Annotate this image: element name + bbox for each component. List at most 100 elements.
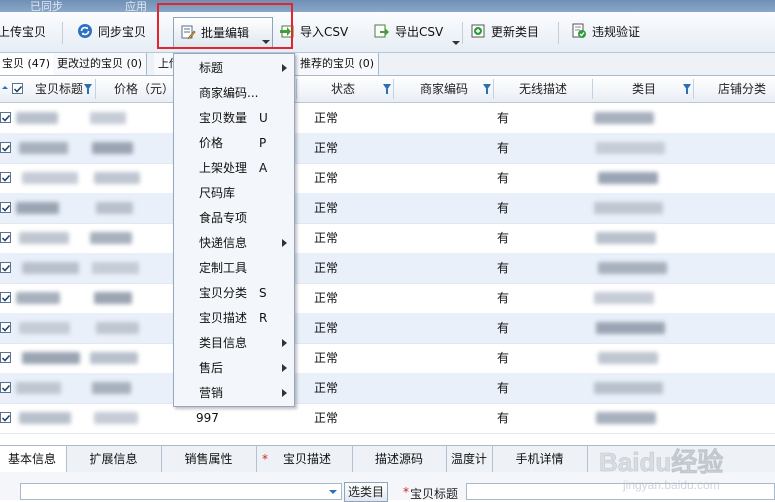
table-row[interactable]: 正常 有: [0, 193, 775, 224]
menu-item[interactable]: 商家编码...: [174, 81, 294, 106]
filter-icon[interactable]: [84, 84, 92, 94]
tab-sales-attributes[interactable]: 销售属性: [161, 446, 257, 472]
col-header-status[interactable]: 状态: [331, 76, 355, 102]
tab-recommended-items[interactable]: 推荐的宝贝 (0): [296, 53, 380, 75]
row-checkbox[interactable]: [0, 352, 11, 363]
obscured-price: [92, 382, 131, 394]
table-row[interactable]: 正常 有: [0, 343, 775, 374]
table-row[interactable]: 正常 有: [0, 163, 775, 194]
sync-button[interactable]: 同步宝贝: [77, 21, 146, 43]
menu-item-label: 快递信息: [199, 236, 248, 250]
wireless-desc-cell: 有: [497, 171, 510, 185]
tab-thermometer[interactable]: 温度计: [446, 446, 493, 472]
menu-item[interactable]: 营销: [174, 381, 294, 406]
row-checkbox[interactable]: [0, 412, 11, 423]
col-header-shop-category[interactable]: 店铺分类: [718, 76, 766, 102]
table-row[interactable]: 正常 有: [0, 253, 775, 284]
row-checkbox[interactable]: [0, 382, 11, 393]
menu-item[interactable]: 宝贝分类 S: [174, 281, 294, 306]
obscured-title: [22, 262, 79, 274]
menu-item[interactable]: 食品专项: [174, 206, 294, 231]
submenu-arrow-icon: [282, 239, 287, 247]
col-header-category[interactable]: 类目: [632, 76, 656, 102]
violation-check-button[interactable]: 违规验证: [571, 21, 640, 43]
violation-check-label: 违规验证: [592, 25, 641, 39]
tab-item-description-label: 宝贝描述: [283, 452, 332, 466]
menu-item[interactable]: 价格 P: [174, 131, 294, 156]
submenu-arrow-icon: [282, 64, 287, 72]
obscured-title: [22, 352, 80, 364]
filter-icon[interactable]: [483, 84, 491, 94]
menu-item-shortcut: U: [259, 111, 268, 125]
watermark-url-text: jingyan.baidu.com: [622, 478, 720, 492]
obscured-price: [94, 172, 140, 184]
menu-item[interactable]: 快递信息: [174, 231, 294, 256]
obscured-title: [19, 142, 68, 154]
highlight-annotation-box: [157, 3, 293, 49]
menu-item-shortcut: P: [259, 136, 267, 150]
table-row[interactable]: 997 正常 有: [0, 403, 775, 434]
status-cell: 正常: [314, 291, 339, 305]
obscured-category: [596, 322, 665, 334]
submenu-arrow-icon: [282, 389, 287, 397]
filter-icon[interactable]: [683, 84, 691, 94]
table-row[interactable]: 正常 有: [0, 283, 775, 314]
category-select[interactable]: [20, 483, 342, 500]
select-all-checkbox[interactable]: [12, 83, 23, 94]
tab-extended-info[interactable]: 扩展信息: [66, 446, 162, 472]
row-checkbox[interactable]: [0, 232, 11, 243]
menu-item[interactable]: 定制工具: [174, 256, 294, 281]
filter-icon[interactable]: [383, 84, 391, 94]
sort-indicator-icon: [0, 83, 11, 94]
select-category-button[interactable]: 选类目: [344, 482, 389, 502]
tab-description-source[interactable]: 描述源码: [352, 446, 447, 472]
obscured-category: [594, 292, 654, 304]
tab-item-description[interactable]: * 宝贝描述: [256, 446, 353, 472]
update-category-icon: [470, 23, 486, 39]
row-checkbox[interactable]: [0, 322, 11, 333]
menu-item-label: 上架处理: [199, 161, 248, 175]
row-checkbox[interactable]: [0, 142, 11, 153]
obscured-price: [96, 202, 133, 214]
col-header-merchant-code[interactable]: 商家编码: [420, 76, 468, 102]
row-checkbox[interactable]: [0, 112, 11, 123]
menu-item-shortcut: A: [259, 161, 268, 175]
table-row[interactable]: 正常 有: [0, 103, 775, 134]
export-chevron-down-icon[interactable]: [452, 41, 460, 45]
col-header-price[interactable]: 价格（元）: [114, 76, 174, 102]
export-csv-button[interactable]: 导出CSV: [374, 21, 443, 43]
update-category-button[interactable]: 更新类目: [470, 21, 539, 43]
sync-icon: [77, 23, 93, 39]
status-cell: 正常: [314, 171, 339, 185]
table-row[interactable]: 正常 有: [0, 373, 775, 404]
menu-item[interactable]: 标题: [174, 56, 294, 81]
row-checkbox[interactable]: [0, 202, 11, 213]
wireless-desc-cell: 有: [497, 351, 510, 365]
menu-item-label: 宝贝描述: [199, 311, 248, 325]
upload-button[interactable]: 上传宝贝: [0, 21, 46, 43]
obscured-category: [598, 352, 658, 364]
row-checkbox[interactable]: [0, 172, 11, 183]
tab-all-items[interactable]: 宝贝 (47): [0, 53, 56, 75]
col-header-title[interactable]: 宝贝标题: [35, 76, 83, 102]
violation-check-icon: [571, 23, 587, 39]
row-checkbox[interactable]: [0, 292, 11, 303]
menu-item[interactable]: 宝贝描述 R: [174, 306, 294, 331]
table-row[interactable]: 正常 有: [0, 313, 775, 344]
menu-item[interactable]: 上架处理 A: [174, 156, 294, 181]
menu-item[interactable]: 宝贝数量 U: [174, 106, 294, 131]
row-checkbox[interactable]: [0, 262, 11, 273]
wireless-desc-cell: 有: [497, 231, 510, 245]
col-header-wireless-desc[interactable]: 无线描述: [519, 76, 567, 102]
menu-item[interactable]: 尺码库: [174, 181, 294, 206]
table-row[interactable]: 正常 有: [0, 223, 775, 254]
menu-item[interactable]: 类目信息: [174, 331, 294, 356]
tab-mobile-detail[interactable]: 手机详情: [492, 446, 588, 472]
obscured-price: [90, 232, 132, 244]
obscured-title: [16, 202, 59, 214]
tab-changed-items[interactable]: 更改过的宝贝 (0): [53, 53, 148, 75]
tab-basic-info[interactable]: 基本信息: [0, 446, 67, 472]
table-row[interactable]: 正常 有: [0, 133, 775, 164]
menu-item[interactable]: 售后: [174, 356, 294, 381]
status-cell: 正常: [314, 321, 339, 335]
